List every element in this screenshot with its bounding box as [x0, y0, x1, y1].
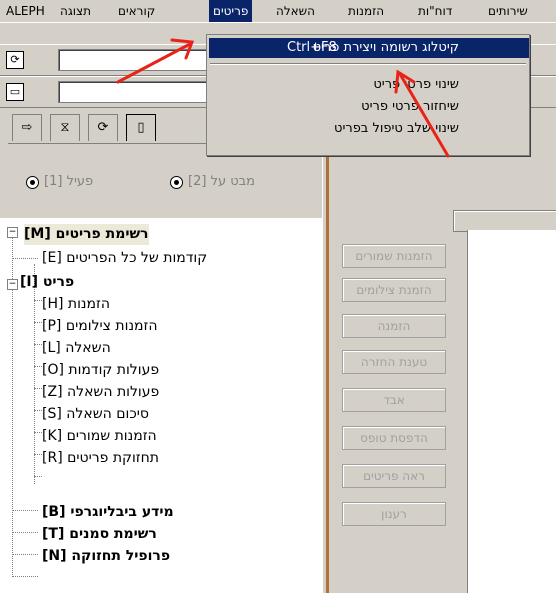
annotation-arrow-dropdown — [398, 72, 450, 158]
annotation-arrow-menu — [116, 42, 192, 84]
annotation-arrows — [116, 38, 450, 158]
